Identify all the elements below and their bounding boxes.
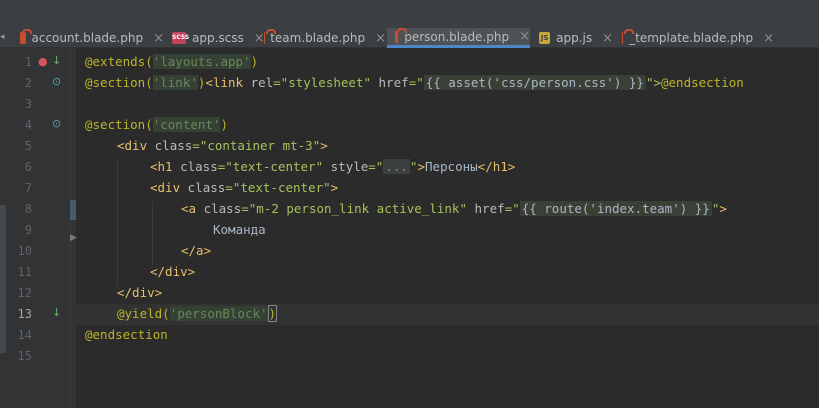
close-icon[interactable]: × xyxy=(763,31,774,46)
code-line-9[interactable]: Команда xyxy=(213,222,266,237)
tab-app-scss[interactable]: SCSS app.scss × xyxy=(164,28,265,48)
tab-account-blade[interactable]: account.blade.php × xyxy=(12,28,164,48)
implementing-marker-icon[interactable]: ⊙ xyxy=(52,75,61,88)
gutter-scroll-indicator[interactable] xyxy=(0,205,6,353)
line-number: 1 xyxy=(24,55,32,69)
fold-arrow-icon[interactable]: ▶ xyxy=(70,233,77,243)
line-number: 3 xyxy=(24,97,32,111)
close-icon[interactable]: × xyxy=(375,31,386,46)
code-line-7[interactable]: <div class="text-center"> xyxy=(150,180,338,195)
tab-team-blade[interactable]: team.blade.php × xyxy=(256,28,386,48)
line-number: 8 xyxy=(24,202,32,216)
code-line-5[interactable]: <div class="container mt-3"> xyxy=(117,138,328,153)
line-number: 5 xyxy=(24,139,32,153)
gutter-separator xyxy=(70,48,71,408)
line-number: 11 xyxy=(17,265,32,279)
code-line-12[interactable]: </div> xyxy=(117,285,162,300)
blade-file-icon xyxy=(20,29,31,44)
code-line-13[interactable]: @yield('personBlock') xyxy=(117,305,278,322)
line-number-current: 13 xyxy=(17,307,32,321)
close-icon[interactable]: × xyxy=(519,29,530,44)
indent-guide xyxy=(117,160,118,286)
implementing-marker-icon[interactable]: ⊙ xyxy=(52,117,61,130)
line-number: 14 xyxy=(17,328,32,342)
code-line-1[interactable]: @extends('layouts.app') xyxy=(85,54,258,69)
tab-label: _template.blade.php xyxy=(629,31,754,45)
line-number: 12 xyxy=(17,286,32,300)
tab-label: app.scss xyxy=(192,31,244,45)
line-number: 2 xyxy=(24,76,32,90)
blade-file-icon xyxy=(395,27,408,43)
code-line-8[interactable]: <a class="m-2 person_link active_link" h… xyxy=(181,201,727,216)
implemented-arrow-icon[interactable]: ↓ xyxy=(52,306,61,319)
code-line-10[interactable]: </a> xyxy=(181,243,211,258)
tab-person-blade[interactable]: person.blade.php × xyxy=(387,27,530,48)
line-number: 6 xyxy=(24,160,32,174)
tab-label: person.blade.php xyxy=(404,29,510,44)
close-icon[interactable]: × xyxy=(602,31,613,46)
scss-file-icon: SCSS xyxy=(172,32,189,44)
code-line-4[interactable]: @section('content') xyxy=(85,117,228,132)
tab-scroll-left-icon[interactable]: ◂ xyxy=(0,32,8,42)
close-icon[interactable]: × xyxy=(153,31,164,46)
tab-app-js[interactable]: JS app.js × xyxy=(531,28,613,48)
tab-label: app.js xyxy=(556,31,593,45)
line-number: 9 xyxy=(24,223,32,237)
line-number: 7 xyxy=(24,181,32,195)
implemented-arrow-icon[interactable]: ↓ xyxy=(52,54,61,67)
line-number: 15 xyxy=(17,349,32,363)
code-line-2[interactable]: @section('link')<link rel="stylesheet" h… xyxy=(85,75,744,90)
tab-template-blade[interactable]: _template.blade.php × xyxy=(614,28,774,48)
change-marker[interactable] xyxy=(70,200,76,220)
tab-label: team.blade.php xyxy=(270,31,366,45)
code-line-6[interactable]: <h1 class="text-center" style="... ">Перс… xyxy=(150,159,515,174)
editor-gutter[interactable] xyxy=(0,48,76,408)
code-line-11[interactable]: </div> xyxy=(150,264,195,279)
indent-guide xyxy=(152,202,153,265)
tab-label: account.blade.php xyxy=(31,31,144,45)
override-marker-icon[interactable]: ● xyxy=(38,55,48,68)
blade-file-icon xyxy=(622,29,636,44)
code-line-14[interactable]: @endsection xyxy=(85,327,168,342)
line-number: 4 xyxy=(24,118,32,132)
js-file-icon: JS xyxy=(539,32,551,44)
line-number: 10 xyxy=(17,244,32,258)
folded-code-icon: ... xyxy=(383,159,410,174)
